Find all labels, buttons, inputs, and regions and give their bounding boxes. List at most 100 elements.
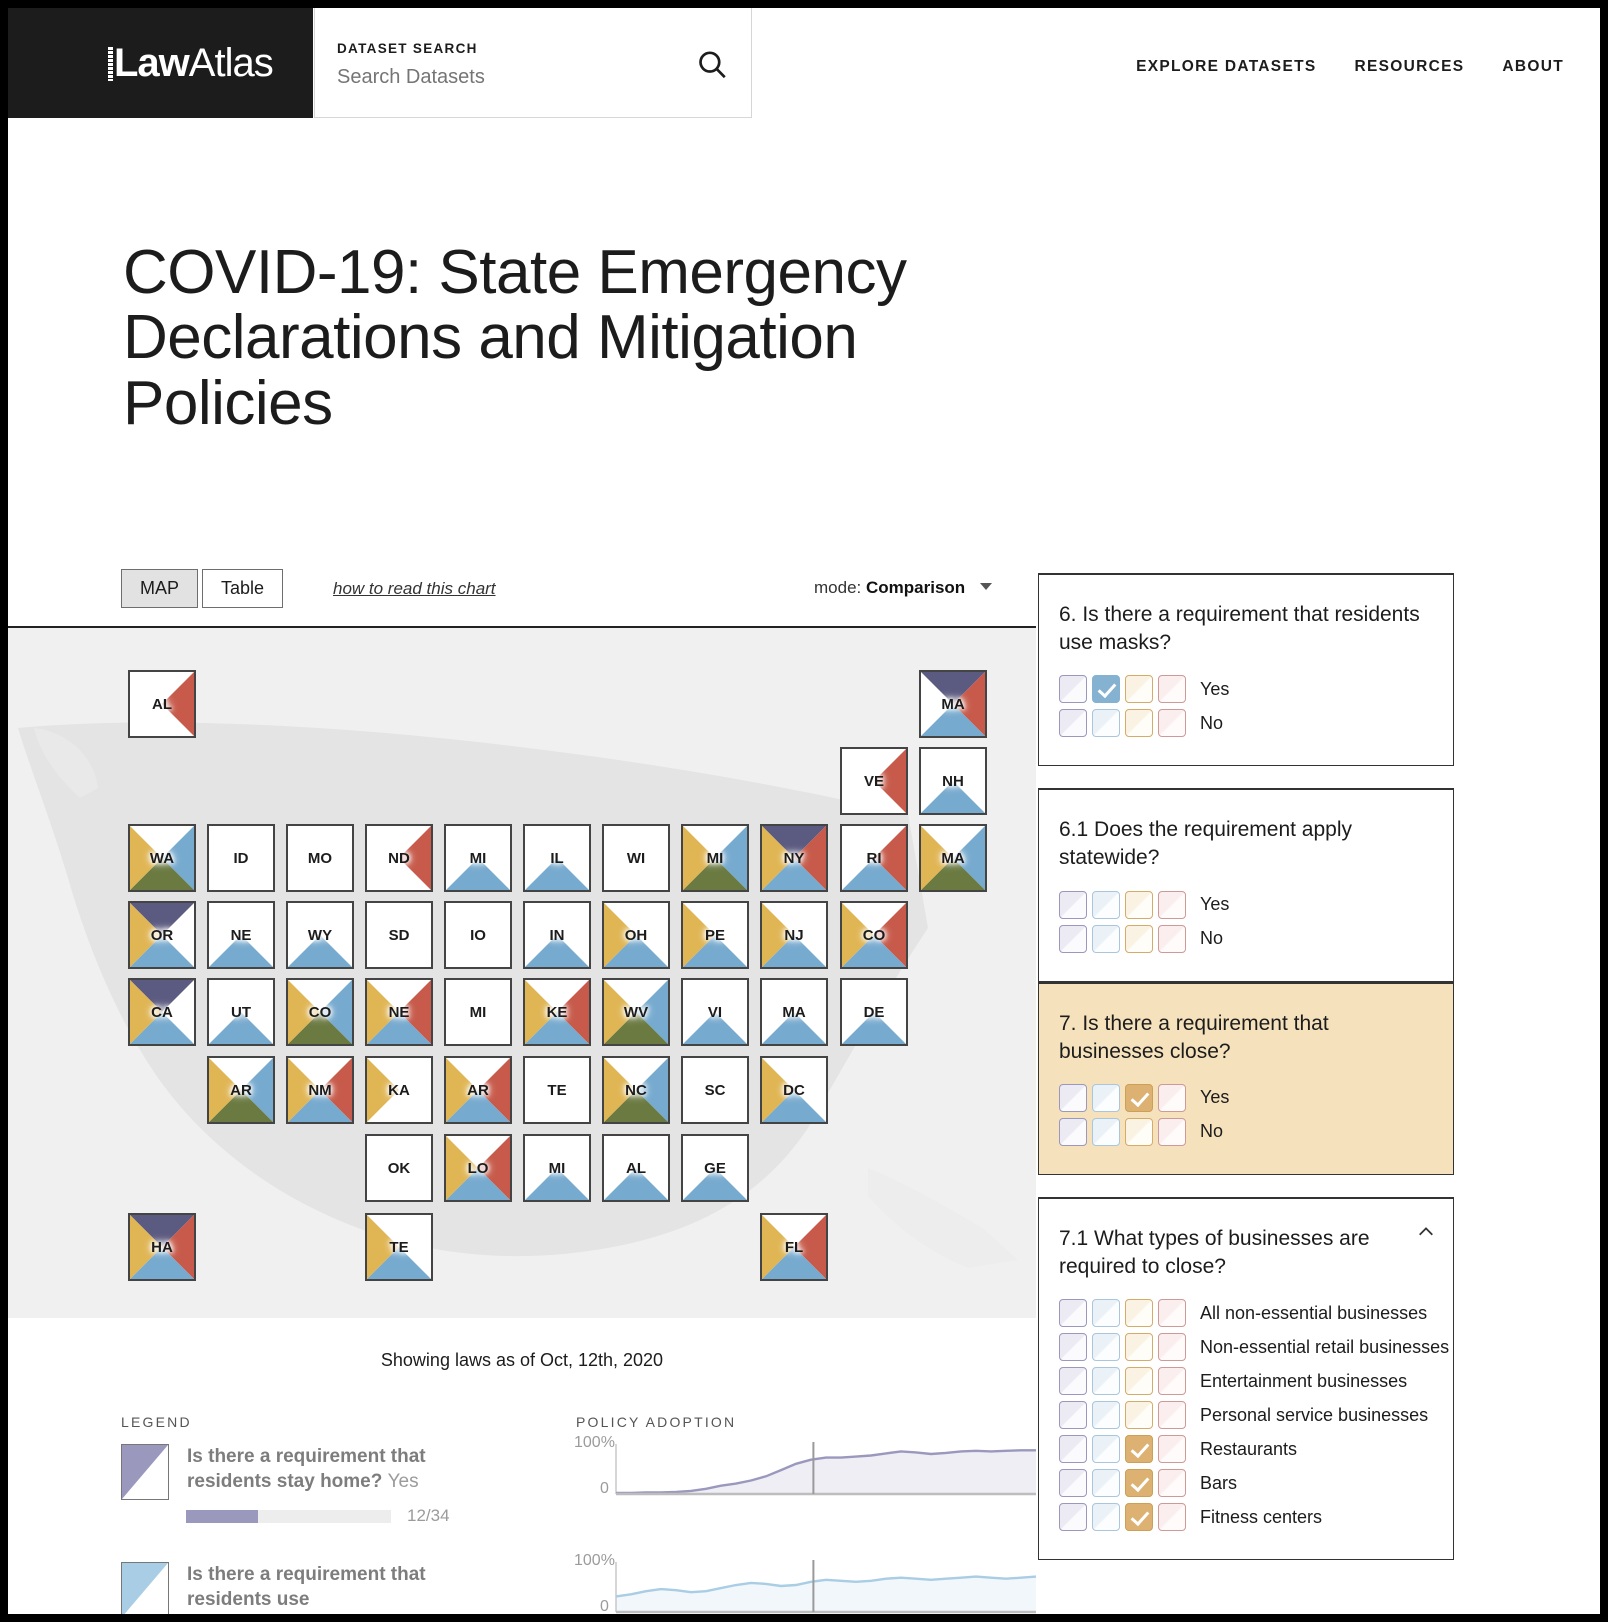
answer-checkbox-p[interactable] [1059,1299,1087,1327]
answer-checkbox-b[interactable] [1092,1117,1120,1146]
search-input[interactable] [335,60,669,94]
state-tile-wa[interactable]: WA [128,824,196,892]
state-tile-al[interactable]: AL [602,1134,670,1202]
answer-checkbox-y[interactable] [1125,709,1153,738]
state-tile-ne[interactable]: NE [207,901,275,969]
answer-checkbox-p[interactable] [1059,1503,1087,1531]
tab-table[interactable]: Table [202,569,284,608]
mode-selector[interactable]: mode: Comparison [814,578,992,598]
state-tile-ca[interactable]: CA [128,978,196,1046]
state-tile-ha[interactable]: HA [128,1213,196,1281]
state-tile-ri[interactable]: RI [840,824,908,892]
state-tile-wv[interactable]: WV [602,978,670,1046]
answer-checkbox-p[interactable] [1059,1117,1087,1146]
answer-checkbox-p[interactable] [1059,1469,1087,1497]
answer-checkbox-y[interactable] [1125,1401,1153,1429]
state-tile-fl[interactable]: FL [760,1213,828,1281]
state-tile-co[interactable]: CO [840,901,908,969]
state-tile-sd[interactable]: SD [365,901,433,969]
state-tile-mi[interactable]: MI [444,824,512,892]
state-tile-wy[interactable]: WY [286,901,354,969]
state-tile-mo[interactable]: MO [286,824,354,892]
state-tile-ve[interactable]: VE [840,747,908,815]
legend-item[interactable]: Is there a requirement that residents us… [121,1562,507,1614]
legend-item[interactable]: Is there a requirement that residents st… [121,1444,507,1500]
state-tile-ke[interactable]: KE [523,978,591,1046]
state-tile-pe[interactable]: PE [681,901,749,969]
answer-checkbox-y[interactable] [1125,1299,1153,1327]
state-tile-ma[interactable]: MA [919,670,987,738]
answer-checkbox-p[interactable] [1059,1435,1087,1463]
answer-checkbox-p[interactable] [1059,890,1087,919]
state-tile-in[interactable]: IN [523,901,591,969]
state-tile-ka[interactable]: KA [365,1056,433,1124]
state-tile-co[interactable]: CO [286,978,354,1046]
adoption-chart[interactable]: 100% 0 [574,1544,1046,1614]
answer-checkbox-y[interactable] [1125,1469,1153,1497]
answer-checkbox-r[interactable] [1158,1503,1186,1531]
answer-checkbox-b[interactable] [1092,924,1120,953]
state-tile-ar[interactable]: AR [207,1056,275,1124]
answer-checkbox-r[interactable] [1158,1083,1186,1112]
answer-checkbox-r[interactable] [1158,709,1186,738]
answer-checkbox-y[interactable] [1125,1083,1153,1112]
state-tile-te[interactable]: TE [365,1213,433,1281]
search-icon[interactable] [695,48,729,82]
state-tile-ma[interactable]: MA [919,824,987,892]
answer-checkbox-r[interactable] [1158,1333,1186,1361]
answer-checkbox-b[interactable] [1092,1367,1120,1395]
answer-checkbox-y[interactable] [1125,924,1153,953]
answer-checkbox-r[interactable] [1158,1469,1186,1497]
state-tile-dc[interactable]: DC [760,1056,828,1124]
state-tile-lo[interactable]: LO [444,1134,512,1202]
state-tile-il[interactable]: IL [523,824,591,892]
answer-checkbox-r[interactable] [1158,1117,1186,1146]
answer-checkbox-b[interactable] [1092,675,1120,704]
tab-map[interactable]: MAP [121,569,199,608]
answer-checkbox-b[interactable] [1092,1469,1120,1497]
state-tile-id[interactable]: ID [207,824,275,892]
answer-checkbox-b[interactable] [1092,1503,1120,1531]
state-tile-ny[interactable]: NY [760,824,828,892]
answer-checkbox-p[interactable] [1059,675,1087,704]
answer-checkbox-r[interactable] [1158,1367,1186,1395]
answer-checkbox-p[interactable] [1059,1083,1087,1112]
answer-checkbox-r[interactable] [1158,1299,1186,1327]
state-tile-nj[interactable]: NJ [760,901,828,969]
state-tile-ut[interactable]: UT [207,978,275,1046]
state-tile-ma[interactable]: MA [760,978,828,1046]
answer-checkbox-p[interactable] [1059,1401,1087,1429]
state-tile-ar[interactable]: AR [444,1056,512,1124]
state-tile-oh[interactable]: OH [602,901,670,969]
answer-checkbox-y[interactable] [1125,1117,1153,1146]
answer-checkbox-y[interactable] [1125,890,1153,919]
state-tile-nh[interactable]: NH [919,747,987,815]
state-tile-or[interactable]: OR [128,901,196,969]
state-tile-mi[interactable]: MI [681,824,749,892]
answer-checkbox-b[interactable] [1092,1401,1120,1429]
answer-checkbox-p[interactable] [1059,1333,1087,1361]
answer-checkbox-r[interactable] [1158,1435,1186,1463]
state-tile-nc[interactable]: NC [602,1056,670,1124]
state-tile-io[interactable]: IO [444,901,512,969]
answer-checkbox-r[interactable] [1158,1401,1186,1429]
state-tile-sc[interactable]: SC [681,1056,749,1124]
state-tile-ne[interactable]: NE [365,978,433,1046]
answer-checkbox-b[interactable] [1092,890,1120,919]
answer-checkbox-b[interactable] [1092,1333,1120,1361]
answer-checkbox-y[interactable] [1125,1503,1153,1531]
answer-checkbox-r[interactable] [1158,890,1186,919]
state-tile-ok[interactable]: OK [365,1134,433,1202]
answer-checkbox-r[interactable] [1158,924,1186,953]
state-tile-ge[interactable]: GE [681,1134,749,1202]
answer-checkbox-b[interactable] [1092,709,1120,738]
answer-checkbox-r[interactable] [1158,675,1186,704]
answer-checkbox-b[interactable] [1092,1435,1120,1463]
nav-resources[interactable]: RESOURCES [1355,58,1465,76]
state-tile-vi[interactable]: VI [681,978,749,1046]
answer-checkbox-p[interactable] [1059,709,1087,738]
answer-checkbox-y[interactable] [1125,1367,1153,1395]
nav-explore-datasets[interactable]: EXPLORE DATASETS [1136,58,1316,76]
answer-checkbox-y[interactable] [1125,1435,1153,1463]
how-to-read-link[interactable]: how to read this chart [333,579,496,599]
